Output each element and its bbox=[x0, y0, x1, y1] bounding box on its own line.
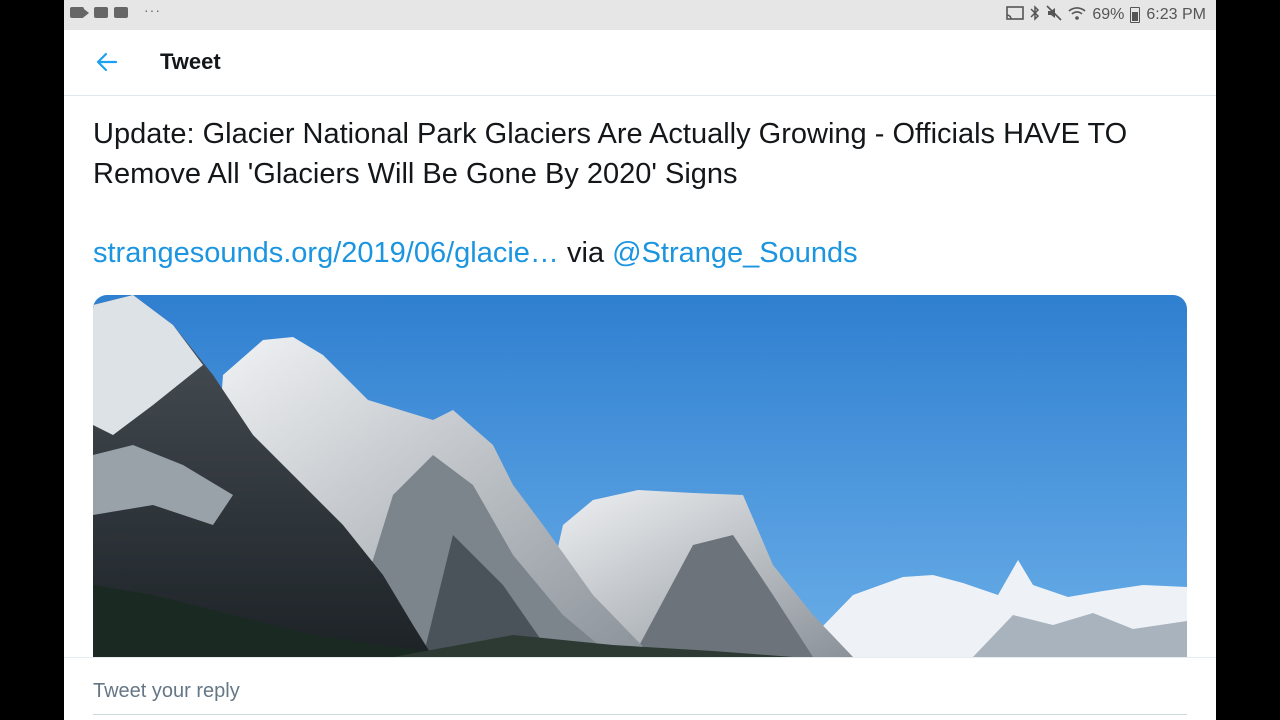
back-button[interactable] bbox=[94, 50, 122, 76]
wifi-icon bbox=[1068, 6, 1086, 24]
overflow-dots: ··· bbox=[144, 2, 161, 18]
reply-input[interactable]: Tweet your reply bbox=[93, 680, 1187, 715]
bluetooth-icon bbox=[1030, 5, 1040, 24]
via-text: via bbox=[558, 237, 613, 269]
tweet-links: strangesounds.org/2019/06/glacie… via @S… bbox=[93, 233, 858, 273]
cast-icon bbox=[1006, 6, 1025, 23]
clock: 6:23 PM bbox=[1146, 5, 1206, 23]
youtube-icon bbox=[114, 6, 128, 18]
status-right: 69% 6:23 PM bbox=[1006, 5, 1206, 24]
arrow-left-icon bbox=[96, 52, 118, 72]
mention-link[interactable]: @Strange_Sounds bbox=[612, 237, 858, 269]
youtube-icon bbox=[94, 6, 108, 18]
tweet-link[interactable]: strangesounds.org/2019/06/glacie… bbox=[93, 237, 559, 269]
status-left-icons: ··· bbox=[70, 2, 161, 18]
battery-icon bbox=[1130, 6, 1141, 23]
reply-bar: Tweet your reply bbox=[64, 657, 1216, 720]
tweet-text: Update: Glacier National Park Glaciers A… bbox=[93, 118, 1128, 190]
mountain-photo bbox=[93, 295, 1187, 657]
screen: ··· 69% 6:23 PM Tweet Update: Glacier Na… bbox=[64, 0, 1216, 720]
page-title: Tweet bbox=[160, 49, 221, 74]
header: Tweet bbox=[64, 30, 1216, 96]
status-bar: ··· 69% 6:23 PM bbox=[64, 0, 1216, 30]
tweet-media[interactable] bbox=[93, 295, 1187, 657]
mute-icon bbox=[1046, 5, 1062, 24]
camera-icon bbox=[70, 6, 89, 18]
battery-percent: 69% bbox=[1092, 5, 1125, 23]
